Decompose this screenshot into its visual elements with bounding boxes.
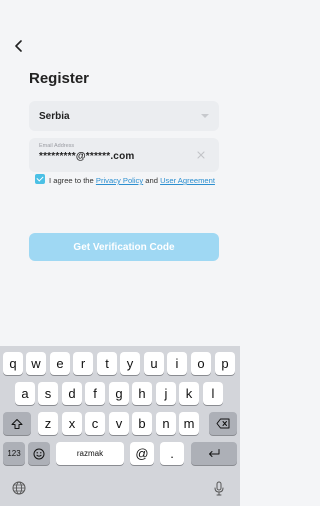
key-t[interactable]: t (97, 352, 117, 375)
key-z[interactable]: z (38, 412, 58, 435)
emoji-icon (33, 448, 45, 459)
agree-and-text: and (145, 176, 158, 185)
key-s[interactable]: s (38, 382, 58, 405)
shift-icon (11, 418, 23, 429)
country-value: Serbia (39, 110, 70, 122)
agreement-row: I agree to the Privacy Policy and User A… (35, 174, 215, 186)
return-key[interactable] (191, 442, 237, 465)
dot-key[interactable]: . (160, 442, 184, 465)
chevron-left-icon (15, 40, 22, 52)
backspace-icon (216, 418, 230, 429)
key-r[interactable]: r (73, 352, 93, 375)
key-c[interactable]: c (85, 412, 105, 435)
microphone-icon (214, 481, 224, 495)
shift-key[interactable] (3, 412, 31, 435)
agree-checkbox[interactable] (35, 174, 45, 184)
status-bar (0, 0, 240, 30)
key-a[interactable]: a (15, 382, 35, 405)
key-v[interactable]: v (109, 412, 129, 435)
chevron-down-icon (201, 114, 209, 118)
key-x[interactable]: x (62, 412, 82, 435)
key-j[interactable]: j (156, 382, 176, 405)
email-value[interactable]: *********@******.com (39, 151, 209, 162)
key-l[interactable]: l (203, 382, 223, 405)
keyboard: q w e r t y u i o p a s d f g h j k l z … (0, 346, 240, 506)
key-w[interactable]: w (26, 352, 46, 375)
key-b[interactable]: b (132, 412, 152, 435)
key-y[interactable]: y (120, 352, 140, 375)
email-label: Email Address (39, 143, 75, 149)
agree-text: I agree to the (49, 176, 94, 185)
key-u[interactable]: u (144, 352, 164, 375)
space-key[interactable]: razmak (56, 442, 124, 465)
microphone-button[interactable] (209, 478, 229, 498)
key-i[interactable]: i (167, 352, 187, 375)
return-icon (209, 449, 220, 457)
key-m[interactable]: m (179, 412, 199, 435)
at-key[interactable]: @ (130, 442, 154, 465)
key-q[interactable]: q (3, 352, 23, 375)
get-verification-code-button[interactable]: Get Verification Code (29, 233, 219, 261)
globe-icon (12, 481, 26, 495)
key-k[interactable]: k (179, 382, 199, 405)
clear-button[interactable] (195, 149, 207, 161)
key-p[interactable]: p (215, 352, 235, 375)
privacy-policy-link[interactable]: Privacy Policy (96, 176, 143, 185)
key-d[interactable]: d (62, 382, 82, 405)
key-e[interactable]: e (50, 352, 70, 375)
key-n[interactable]: n (156, 412, 176, 435)
numbers-key[interactable]: 123 (3, 442, 25, 465)
back-button[interactable] (8, 35, 30, 57)
key-f[interactable]: f (85, 382, 105, 405)
key-g[interactable]: g (109, 382, 129, 405)
user-agreement-link[interactable]: User Agreement (160, 176, 215, 185)
emoji-key[interactable] (28, 442, 50, 465)
backspace-key[interactable] (209, 412, 237, 435)
country-select[interactable]: Serbia (29, 101, 219, 131)
close-icon (197, 151, 205, 159)
page-title: Register (29, 70, 90, 87)
globe-button[interactable] (9, 478, 29, 498)
key-h[interactable]: h (132, 382, 152, 405)
key-o[interactable]: o (191, 352, 211, 375)
email-field[interactable]: Email Address *********@******.com (29, 138, 219, 172)
